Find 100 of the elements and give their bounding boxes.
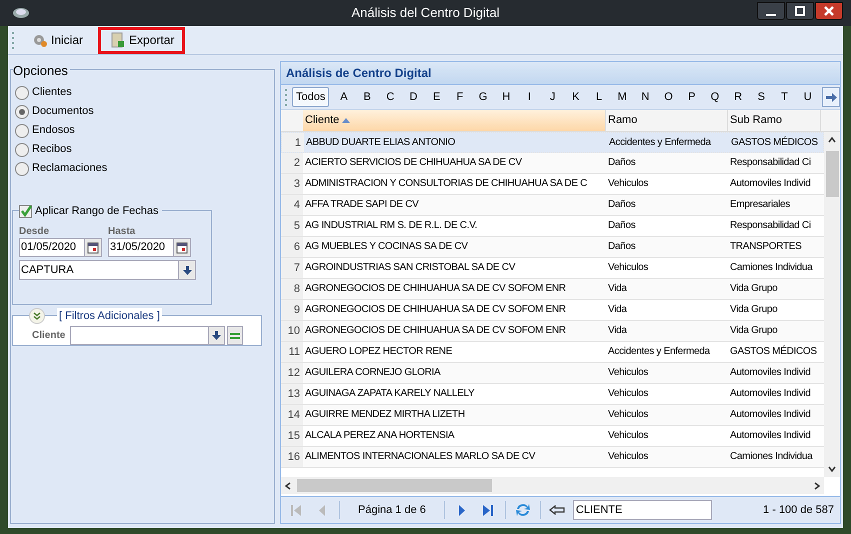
calendar-icon [176, 242, 188, 254]
letter-tab[interactable]: B [356, 87, 379, 107]
equals-button[interactable] [227, 326, 244, 345]
row-number: 10 [281, 321, 303, 341]
table-cell-text: AGROINDUSTRIAS SAN CRISTOBAL SA DE CV [304, 261, 516, 275]
column-header[interactable]: Sub Ramo [728, 110, 821, 131]
close-button[interactable] [815, 2, 843, 20]
last-page-icon [482, 504, 494, 516]
date-type-dropdown[interactable]: CAPTURA [19, 260, 196, 280]
table-row[interactable]: 7 AGROINDUSTRIAS SAN CRISTOBAL SA DE CV Vehiculos Camiones Individua [281, 258, 824, 279]
row-number: 12 [281, 363, 303, 383]
table-row[interactable]: 16 ALIMENTOS INTERNACIONALES MARLO SA DE CV Vehiculos Camiones Individua [281, 447, 824, 468]
expand-button[interactable] [29, 308, 45, 324]
table-cell-text: AG INDUSTRIAL RM S. DE R.L. DE C.V. [304, 219, 478, 233]
table-row[interactable]: 14 AGUIRRE MENDEZ MIRTHA LIZETH Vehiculos Automoviles Individ [281, 405, 824, 426]
table-row[interactable]: 4 AFFA TRADE SAPI DE CV Daños Empresariales [281, 195, 824, 216]
toolbar-button[interactable]: Iniciar [20, 26, 94, 54]
table-row[interactable]: 8 AGRONEGOCIOS DE CHIHUAHUA SA DE CV SOFOM ENR Vida Vida Grupo [281, 279, 824, 300]
right-arrow-icon [826, 92, 836, 102]
radio-option[interactable]: Documentos [15, 103, 274, 120]
letter-tab[interactable]: K [564, 87, 588, 107]
letter-tab[interactable]: A [332, 87, 356, 107]
scrollbar-thumb[interactable] [297, 479, 492, 492]
horizontal-scrollbar[interactable] [281, 477, 824, 494]
table-cell-text: Vida Grupo [729, 282, 778, 296]
letter-tab[interactable]: Q [703, 87, 727, 107]
left-chevron-icon [283, 480, 293, 490]
radio-option[interactable]: Reclamaciones [15, 160, 274, 177]
right-chevron-icon [812, 480, 822, 490]
table-row[interactable]: 6 AG MUEBLES Y COCINAS SA DE CV Daños TRANSPORTES [281, 237, 824, 258]
letter-tab[interactable]: F [448, 87, 472, 107]
table-cell-text: Vida Grupo [729, 303, 778, 317]
table-cell-text: ACIERTO SERVICIOS DE CHIHUAHUA SA DE CV [304, 156, 523, 170]
table-row[interactable]: 12 AGUILERA CORNEJO GLORIA Vehiculos Automoviles Individ [281, 363, 824, 384]
row-number: 5 [281, 216, 303, 236]
table-cell-text: Vehiculos [607, 408, 650, 422]
maximize-button[interactable] [786, 2, 814, 20]
table-cell-text: AGRONEGOCIOS DE CHIHUAHUA SA DE CV SOFOM ENR [304, 303, 567, 317]
table-cell-text: ALIMENTOS INTERNACIONALES MARLO SA DE CV [304, 450, 536, 464]
client-dropdown[interactable] [70, 326, 226, 345]
letter-tab[interactable]: N [634, 87, 657, 107]
letter-tab[interactable]: J [541, 87, 564, 107]
table-row[interactable]: 13 AGUINAGA ZAPATA KARELY NALLELY Vehiculos Automoviles Individ [281, 384, 824, 405]
table-cell-text: Daños [607, 219, 636, 233]
toolbar-button[interactable]: Exportar [98, 26, 186, 54]
date-field[interactable]: 01/05/2020 [19, 238, 102, 257]
table-cell-text: Accidentes y Enfermeda [607, 345, 711, 359]
letter-tab[interactable]: D [402, 87, 426, 107]
table-row[interactable]: 2 ACIERTO SERVICIOS DE CHIHUAHUA SA DE CV Daños Responsabilidad Ci [281, 153, 824, 174]
search-field[interactable]: CLIENTE [572, 500, 712, 520]
letter-tab[interactable]: H [494, 87, 518, 107]
calendar-icon [87, 242, 99, 254]
letter-tab[interactable]: L [587, 87, 611, 107]
radio-option[interactable]: Recibos [15, 141, 274, 158]
table-row[interactable]: 3 ADMINISTRACION Y CONSULTORIAS DE CHIHUAHUA SA DE C Vehiculos Automoviles Individ [281, 174, 824, 195]
table-row[interactable]: 5 AG INDUSTRIAL RM S. DE R.L. DE C.V. Daños Responsabilidad Ci [281, 216, 824, 237]
group-title: [ Filtros Adicionales ] [57, 308, 162, 324]
letter-tab[interactable]: R [726, 87, 750, 107]
minimize-icon [766, 14, 776, 16]
equals-icon [230, 332, 240, 340]
vertical-scrollbar[interactable] [824, 132, 840, 477]
down-arrow-icon [182, 266, 192, 274]
scrollbar-thumb[interactable] [826, 151, 838, 197]
left-arrow-icon [548, 505, 565, 515]
panel-title: Análisis de Centro Digital [286, 65, 432, 82]
date-range-checkbox[interactable]: Aplicar Rango de Fechas [19, 203, 162, 220]
radio-option[interactable]: Clientes [15, 84, 274, 101]
table-cell-text: AGRONEGOCIOS DE CHIHUAHUA SA DE CV SOFOM ENR [304, 282, 567, 296]
table-row[interactable]: 1 ABBUD DUARTE ELIAS ANTONIO Accidentes y Enfermeda GASTOS MÉDICOS [281, 132, 824, 153]
letter-tab[interactable]: Todos [292, 87, 330, 107]
letter-tab[interactable]: E [425, 87, 448, 107]
table-cell-text: Vida [607, 282, 628, 296]
gears-icon [31, 32, 47, 48]
table-cell-text: Automoviles Individ [729, 387, 812, 401]
table-row[interactable]: 9 AGRONEGOCIOS DE CHIHUAHUA SA DE CV SOFOM ENR Vida Vida Grupo [281, 300, 824, 321]
letter-tab[interactable]: T [772, 87, 796, 107]
table-cell-text: Vehiculos [607, 177, 650, 191]
row-number: 3 [281, 174, 303, 194]
letter-tab[interactable]: O [656, 87, 680, 107]
table-cell-text: Daños [607, 240, 636, 254]
row-number: 14 [281, 405, 303, 425]
letter-tab[interactable]: G [471, 87, 495, 107]
table-row[interactable]: 15 ALCALA PEREZ ANA HORTENSIA Vehiculos Automoviles Individ [281, 426, 824, 447]
date-field[interactable]: 31/05/2020 [108, 238, 191, 257]
table-cell-text: AGUILERA CORNEJO GLORIA [304, 366, 442, 380]
radio-option[interactable]: Endosos [15, 122, 274, 139]
table-row[interactable]: 10 AGRONEGOCIOS DE CHIHUAHUA SA DE CV SOFOM ENR Vida Vida Grupo [281, 321, 824, 342]
column-header[interactable]: Ramo [606, 110, 728, 131]
column-header[interactable]: Cliente [303, 110, 606, 131]
maximize-icon [795, 6, 805, 16]
letter-tab[interactable]: I [518, 87, 542, 107]
letter-tab[interactable]: U [796, 87, 820, 107]
scroll-right-button[interactable] [822, 87, 840, 107]
minimize-button[interactable] [757, 2, 785, 20]
letter-tab[interactable]: P [680, 87, 704, 107]
table-cell-text: ALCALA PEREZ ANA HORTENSIA [304, 429, 456, 443]
letter-tab[interactable]: C [378, 87, 402, 107]
letter-tab[interactable]: M [610, 87, 634, 107]
table-row[interactable]: 11 AGUERO LOPEZ HECTOR RENE Accidentes y Enfermeda GASTOS MÉDICOS [281, 342, 824, 363]
letter-tab[interactable]: S [750, 87, 773, 107]
